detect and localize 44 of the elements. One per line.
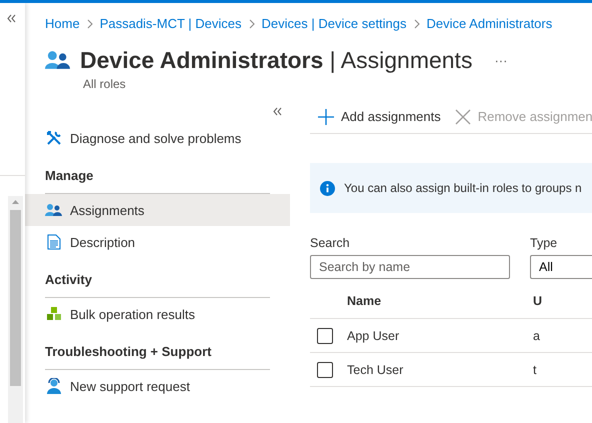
support-person-icon bbox=[46, 378, 60, 394]
breadcrumb-link[interactable]: Home bbox=[45, 15, 80, 33]
field-label: Search bbox=[310, 235, 351, 251]
menu-item[interactable]: New support request bbox=[25, 370, 290, 402]
scrollbar[interactable] bbox=[8, 196, 23, 423]
menu-item[interactable]: Description bbox=[25, 226, 290, 258]
menu-item[interactable]: Bulk operation results bbox=[25, 298, 290, 330]
more-options[interactable]: ··· bbox=[494, 52, 508, 68]
document-icon bbox=[46, 234, 60, 250]
plus-icon bbox=[318, 108, 334, 124]
column-header[interactable]: U bbox=[533, 294, 542, 308]
chevron-icon bbox=[86, 19, 93, 29]
section-heading: Activity bbox=[45, 271, 92, 289]
type-dropdown[interactable]: All bbox=[530, 255, 592, 279]
table-cell: t bbox=[533, 362, 536, 376]
column-header[interactable]: Name bbox=[347, 294, 382, 308]
info-text: You can also assign built-in roles to groups n bbox=[344, 181, 582, 195]
collapse-icon[interactable] bbox=[273, 106, 282, 116]
role-icon bbox=[45, 49, 70, 71]
breadcrumb-link[interactable]: Devices | Device settings bbox=[262, 15, 407, 33]
row-checkbox[interactable] bbox=[317, 362, 333, 378]
table-cell: App User bbox=[347, 328, 400, 342]
breadcrumb-link[interactable]: Device Administrators bbox=[426, 15, 552, 33]
field-label: Type bbox=[530, 235, 558, 251]
menu-item[interactable]: Diagnose and solve problems bbox=[25, 122, 290, 154]
page-subtitle: All roles bbox=[83, 77, 127, 91]
wrench-icon bbox=[46, 130, 62, 146]
cubes-icon bbox=[46, 306, 62, 322]
search-field[interactable]: Search by name bbox=[310, 255, 510, 279]
info-icon bbox=[320, 180, 335, 196]
table-cell: Tech User bbox=[347, 362, 404, 376]
section-heading: Troubleshooting + Support bbox=[45, 343, 212, 361]
menu-item[interactable]: Assignments bbox=[25, 194, 290, 226]
row-checkbox[interactable] bbox=[317, 328, 333, 344]
breadcrumb-link[interactable]: Passadis-MCT | Devices bbox=[100, 15, 242, 33]
page-title: Device Administrators | Assignments bbox=[80, 46, 472, 74]
chevron-icon bbox=[248, 19, 255, 29]
close-icon bbox=[454, 108, 471, 124]
table-cell: a bbox=[533, 328, 540, 342]
section-heading: Manage bbox=[45, 167, 94, 185]
collapse-icon[interactable] bbox=[7, 14, 16, 23]
toolbar-button[interactable]: Add assignments bbox=[318, 108, 441, 124]
chevron-icon bbox=[414, 19, 420, 29]
users-icon bbox=[45, 203, 62, 217]
